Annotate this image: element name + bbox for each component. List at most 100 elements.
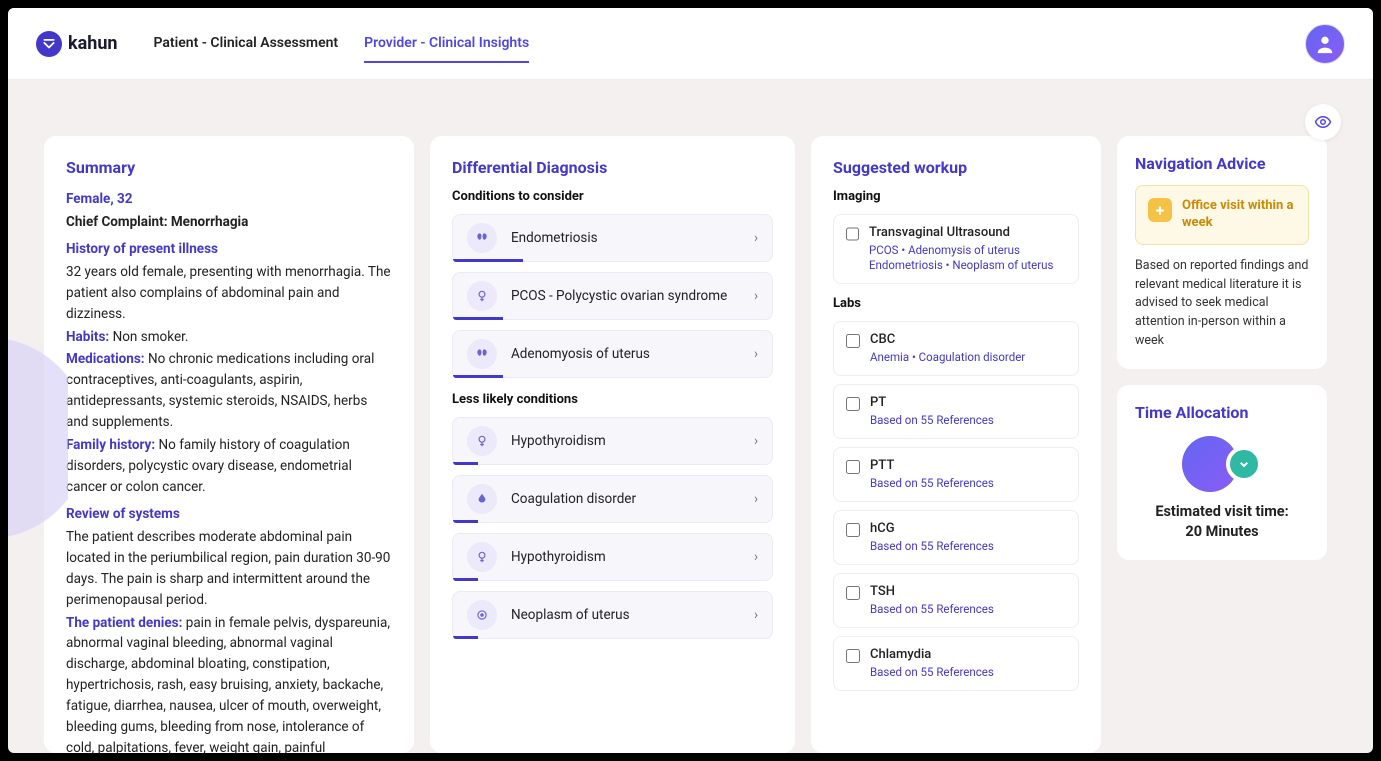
condition-label: Hypothyroidism (511, 549, 606, 565)
chevron-right-icon: › (754, 549, 758, 565)
condition-label: Endometriosis (511, 230, 598, 246)
workup-checkbox[interactable] (846, 334, 860, 348)
workup-checkbox[interactable] (846, 397, 860, 411)
chevron-right-icon: › (754, 230, 758, 246)
top-bar: kahun Patient - Clinical Assessment Prov… (8, 8, 1373, 80)
condition-label: Adenomyosis of uterus (511, 346, 650, 362)
conditions-consider-label: Conditions to consider (452, 189, 773, 204)
workup-item[interactable]: CBC Anemia • Coagulation disorder (833, 321, 1079, 376)
clock-icon (1226, 446, 1262, 482)
workup-name: PT (870, 395, 994, 410)
workup-checkbox[interactable] (846, 586, 860, 600)
ros-text: The patient describes moderate abdominal… (66, 527, 392, 611)
cell-icon (467, 600, 497, 630)
suggested-workup-card: Suggested workup Imaging Transvaginal Ul… (811, 136, 1101, 753)
workup-checkbox[interactable] (846, 227, 859, 241)
decorative-background (8, 308, 68, 568)
gender-icon (467, 542, 497, 572)
hpi-label: History of present illness (66, 239, 392, 260)
workup-sub: Anemia • Coagulation disorder (870, 350, 1025, 365)
workup-item[interactable]: PT Based on 55 References (833, 384, 1079, 439)
visibility-toggle-button[interactable] (1305, 104, 1341, 140)
workup-title: Suggested workup (833, 158, 1079, 177)
medications-label: Medications: (66, 351, 145, 367)
tab-provider-insights[interactable]: Provider - Clinical Insights (364, 25, 529, 63)
differential-diagnosis-card: Differential Diagnosis Conditions to con… (430, 136, 795, 753)
habits-label: Habits: (66, 329, 109, 345)
denies-label: The patient denies: (66, 615, 182, 631)
advice-callout-title: Office visit within a week (1182, 198, 1296, 232)
workup-sub: Based on 55 References (870, 476, 994, 491)
organ-icon (467, 339, 497, 369)
organ-icon (467, 223, 497, 253)
summary-title: Summary (66, 158, 392, 177)
time-allocation-title: Time Allocation (1135, 403, 1309, 422)
denies-text: pain in female pelvis, dyspareunia, abno… (66, 615, 390, 753)
chevron-right-icon: › (754, 607, 758, 623)
chevron-right-icon: › (754, 346, 758, 362)
workup-name: Transvaginal Ultrasound (869, 225, 1066, 240)
drop-icon (467, 484, 497, 514)
workup-item[interactable]: hCG Based on 55 References (833, 510, 1079, 565)
workup-name: PTT (870, 458, 994, 473)
condition-label: Neoplasm of uterus (511, 607, 630, 623)
workup-sub: PCOS • Adenomysis of uterus Endometriosi… (869, 243, 1066, 273)
chevron-right-icon: › (754, 433, 758, 449)
condition-item[interactable]: Coagulation disorder › (452, 475, 773, 523)
condition-item[interactable]: Neoplasm of uterus › (452, 591, 773, 639)
hpi-text: 32 years old female, presenting with men… (66, 262, 392, 325)
tab-patient-assessment[interactable]: Patient - Clinical Assessment (154, 25, 339, 63)
chief-complaint-value: Menorrhagia (171, 214, 248, 230)
workup-sub: Based on 55 References (870, 539, 994, 554)
logo-mark-icon (36, 31, 62, 57)
workup-checkbox[interactable] (846, 523, 860, 537)
workup-name: CBC (870, 332, 1025, 347)
condition-item[interactable]: Hypothyroidism › (452, 533, 773, 581)
user-avatar[interactable] (1305, 24, 1345, 64)
habits-text: Non smoker. (113, 329, 189, 345)
condition-item[interactable]: PCOS - Polycystic ovarian syndrome › (452, 272, 773, 320)
workup-item[interactable]: Transvaginal Ultrasound PCOS • Adenomysi… (833, 214, 1079, 284)
estimated-time-label: Estimated visit time: (1135, 502, 1309, 522)
workup-checkbox[interactable] (846, 460, 860, 474)
less-likely-label: Less likely conditions (452, 392, 773, 407)
main-tabs: Patient - Clinical Assessment Provider -… (154, 25, 530, 63)
family-history-label: Family history: (66, 437, 155, 453)
workup-sub: Based on 55 References (870, 665, 994, 680)
condition-item[interactable]: Hypothyroidism › (452, 417, 773, 465)
chevron-right-icon: › (754, 288, 758, 304)
imaging-label: Imaging (833, 189, 1079, 204)
estimated-time-value: 20 Minutes (1135, 522, 1309, 542)
workup-item[interactable]: TSH Based on 55 References (833, 573, 1079, 628)
navigation-advice-card: Navigation Advice + Office visit within … (1117, 136, 1327, 369)
advice-callout: + Office visit within a week (1135, 185, 1309, 245)
advice-text: Based on reported findings and relevant … (1135, 257, 1309, 351)
workup-sub: Based on 55 References (870, 413, 994, 428)
time-illustration (1135, 436, 1309, 492)
workup-checkbox[interactable] (846, 649, 860, 663)
plus-icon: + (1148, 198, 1172, 222)
brand-logo[interactable]: kahun (36, 31, 118, 57)
patient-demographic: Female, 32 (66, 189, 392, 210)
chevron-right-icon: › (754, 491, 758, 507)
workup-item[interactable]: PTT Based on 55 References (833, 447, 1079, 502)
gender-icon (467, 281, 497, 311)
condition-label: Hypothyroidism (511, 433, 606, 449)
chief-complaint-label: Chief Complaint: (66, 214, 168, 230)
condition-label: PCOS - Polycystic ovarian syndrome (511, 288, 727, 304)
gender-icon (467, 426, 497, 456)
workup-name: TSH (870, 584, 994, 599)
time-allocation-card: Time Allocation Estimated visit time: 20… (1117, 385, 1327, 561)
condition-label: Coagulation disorder (511, 491, 636, 507)
ros-label: Review of systems (66, 504, 392, 525)
workup-item[interactable]: Chlamydia Based on 55 References (833, 636, 1079, 691)
brand-name: kahun (68, 33, 118, 54)
workup-name: Chlamydia (870, 647, 994, 662)
summary-card: Summary Female, 32 Chief Complaint: Meno… (44, 136, 414, 753)
workup-name: hCG (870, 521, 994, 536)
condition-item[interactable]: Adenomyosis of uterus › (452, 330, 773, 378)
workup-sub: Based on 55 References (870, 602, 994, 617)
diagnosis-title: Differential Diagnosis (452, 158, 773, 177)
labs-label: Labs (833, 296, 1079, 311)
condition-item[interactable]: Endometriosis › (452, 214, 773, 262)
